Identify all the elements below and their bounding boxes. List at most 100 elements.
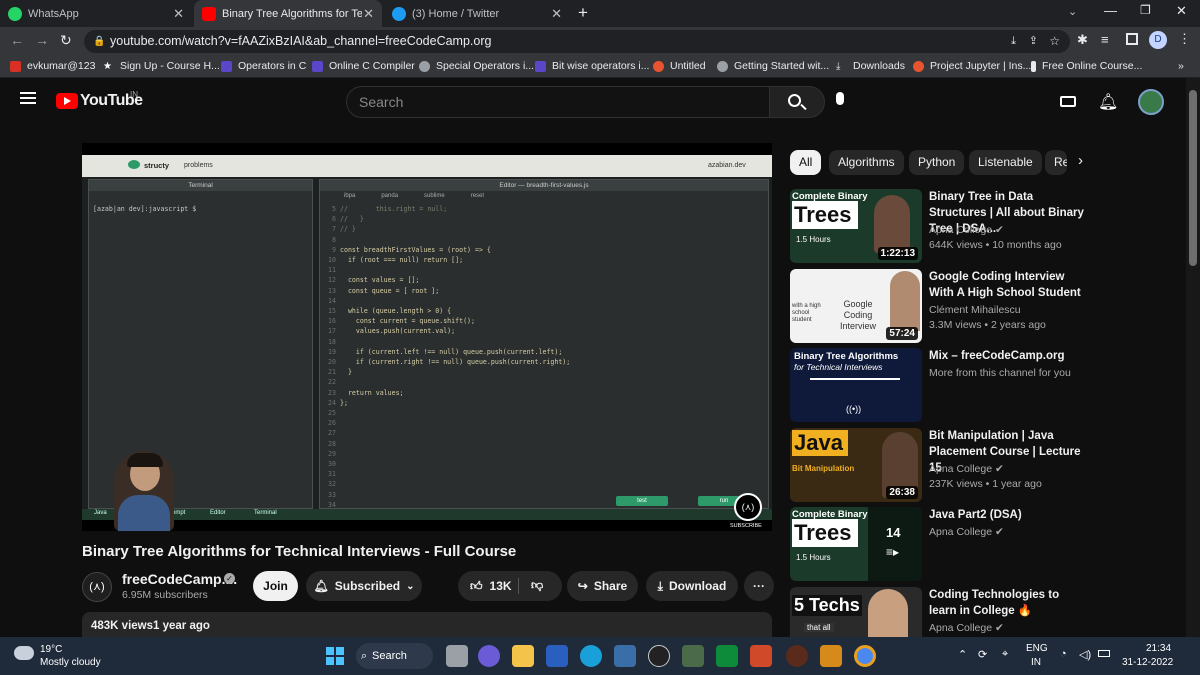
bookmark-item[interactable]: Free Online Course... (1031, 60, 1142, 72)
install-icon[interactable]: ⤓ (1011, 30, 1016, 53)
file-explorer-icon[interactable] (512, 645, 534, 667)
reload-icon[interactable]: ↻ (60, 32, 72, 49)
store-icon[interactable] (614, 645, 636, 667)
tab-whatsapp[interactable]: WhatsApp ✕ (0, 0, 192, 27)
bookmark-item[interactable]: Online C Compiler (312, 60, 415, 72)
bookmark-item[interactable]: Untitled (653, 60, 706, 72)
recommendation-title[interactable]: Java Part2 (DSA) (929, 507, 1089, 523)
video-thumbnail[interactable]: Complete Binary Trees 1.5 Hours 1:22:13 (790, 189, 922, 263)
download-button[interactable]: ⤓ Download (646, 571, 738, 601)
edge-icon[interactable] (580, 645, 602, 667)
language-label[interactable]: ENG (1026, 643, 1048, 654)
bookmark-item[interactable]: evkumar@123 (10, 60, 95, 72)
extensions-icon[interactable]: ✱ (1077, 32, 1088, 48)
chip-listenable[interactable]: Listenable (969, 150, 1042, 175)
tab-youtube[interactable]: Binary Tree Algorithms for Te ✕ (194, 0, 382, 27)
recommendation-item[interactable]: Complete Binary Trees 1.5 Hours 14 ≡▸ Ja… (790, 507, 1090, 581)
chips-next-icon[interactable]: › (1078, 152, 1083, 169)
recommendation-item[interactable]: Binary Tree Algorithms for Technical Int… (790, 348, 1090, 422)
channel-avatar[interactable]: (⋏) (82, 572, 112, 602)
playlist-thumbnail[interactable]: Complete Binary Trees 1.5 Hours 14 ≡▸ (790, 507, 922, 581)
notifications-bell-icon[interactable]: 🔔︎ (1098, 92, 1118, 112)
clock-time[interactable]: 21:34 (1146, 643, 1171, 654)
video-player[interactable]: structy problems azabian.dev Terminal [a… (82, 143, 772, 531)
channel-name[interactable]: freeCodeCamp.... (122, 571, 237, 587)
share-button[interactable]: ↪ Share (567, 571, 638, 601)
recommendation-item[interactable]: Java Bit Manipulation 26:38 Bit Manipula… (790, 428, 1090, 502)
forward-icon[interactable]: → (35, 32, 49, 48)
tab-search-icon[interactable]: ⌄ (1068, 5, 1077, 18)
recommendation-title[interactable]: Mix – freeCodeCamp.org (929, 348, 1089, 364)
battery-icon[interactable] (1098, 650, 1110, 657)
side-panel-icon[interactable] (1126, 33, 1138, 45)
menu-kebab-icon[interactable]: ⋮ (1178, 31, 1191, 47)
youtube-logo-icon[interactable] (56, 93, 78, 109)
minimize-button[interactable]: — (1104, 3, 1117, 18)
page-scrollbar-thumb[interactable] (1189, 90, 1197, 266)
close-window-button[interactable]: ✕ (1176, 3, 1187, 19)
share-icon[interactable]: ⇪ (1029, 30, 1038, 53)
weather-temp[interactable]: 19°C (40, 644, 62, 655)
maximize-button[interactable]: ❐ (1140, 3, 1151, 17)
more-actions-button[interactable]: ··· (744, 571, 774, 601)
bookmark-item[interactable]: Special Operators i... (419, 60, 534, 72)
like-icon[interactable]: 👍︎ (470, 579, 483, 594)
bookmark-item[interactable]: Getting Started wit... (717, 60, 829, 72)
search-input[interactable]: Search (346, 86, 770, 118)
chip-overflow[interactable]: Re (1045, 150, 1067, 175)
video-thumbnail[interactable]: Java Bit Manipulation 26:38 (790, 428, 922, 502)
cloud-weather-icon[interactable] (14, 646, 34, 660)
tray-overflow-icon[interactable]: ⌃ (958, 648, 967, 661)
chip-algorithms[interactable]: Algorithms (829, 150, 904, 175)
recommendation-title[interactable]: Google Coding Interview With A High Scho… (929, 269, 1089, 301)
chip-all[interactable]: All (790, 150, 822, 175)
new-tab-button[interactable]: + (578, 3, 588, 23)
video-thumbnail[interactable]: Google Coding Interview with a high scho… (790, 269, 922, 343)
media-control-icon[interactable]: ≡ (1101, 32, 1109, 47)
recommendation-title[interactable]: Coding Technologies to learn in College … (929, 587, 1089, 619)
word-icon[interactable] (546, 645, 568, 667)
avatar[interactable] (1138, 89, 1164, 115)
wifi-icon[interactable]: ◔ (1060, 648, 1067, 660)
microphone-icon[interactable] (836, 92, 844, 105)
bookmark-item[interactable]: ★ Sign Up - Course H... (103, 60, 220, 72)
dislike-icon[interactable]: 👎︎ (531, 578, 543, 593)
bookmark-star-icon[interactable]: ☆ (1049, 30, 1060, 53)
like-count[interactable]: 13K (490, 579, 512, 593)
create-video-icon[interactable] (1060, 96, 1076, 107)
bookmark-item[interactable]: Operators in C (221, 60, 306, 72)
recommendation-item[interactable]: Google Coding Interview with a high scho… (790, 269, 1090, 343)
teams-chat-icon[interactable] (478, 645, 500, 667)
hamburger-menu-icon[interactable] (20, 92, 36, 94)
sync-icon[interactable]: ⟳ (978, 648, 987, 661)
region-label[interactable]: IN (1031, 657, 1041, 668)
chip-python[interactable]: Python (909, 150, 965, 175)
app-icon[interactable] (682, 645, 704, 667)
bookmark-item[interactable]: Bit wise operators i... (535, 60, 649, 72)
video-thumbnail[interactable]: Binary Tree Algorithms for Technical Int… (790, 348, 922, 422)
description-box[interactable]: 483K views 1 year ago (82, 612, 772, 637)
close-tab-icon[interactable]: ✕ (363, 6, 374, 22)
weather-desc[interactable]: Mostly cloudy (40, 657, 101, 668)
app-icon[interactable] (786, 645, 808, 667)
subscribed-button[interactable]: 🔔︎ Subscribed ⌄ (306, 571, 422, 601)
close-tab-icon[interactable]: ✕ (173, 6, 184, 22)
taskbar-search[interactable]: ⌕ Search (356, 643, 433, 669)
hourglass-app-icon[interactable] (820, 645, 842, 667)
recommendation-channel[interactable]: Apna College ✔ (929, 526, 1004, 538)
bookmark-item[interactable]: Project Jupyter | Ins... (913, 60, 1031, 72)
tab-twitter[interactable]: (3) Home / Twitter ✕ (384, 0, 570, 27)
office-icon[interactable] (750, 645, 772, 667)
url-bar[interactable]: 🔒 youtube.com/watch?v=fAAZixBzIAI&ab_cha… (84, 30, 1070, 53)
back-icon[interactable]: ← (10, 32, 24, 48)
task-view-icon[interactable] (446, 645, 468, 667)
volume-icon[interactable]: ◁) (1079, 648, 1091, 661)
location-icon[interactable]: ⌖ (1002, 648, 1008, 661)
video-thumbnail[interactable]: 5 Techs that all (790, 587, 922, 637)
windows-start-icon[interactable] (326, 647, 344, 665)
recommendation-item[interactable]: 5 Techs that all Coding Technologies to … (790, 587, 1090, 637)
chrome-icon[interactable] (854, 645, 876, 667)
bookmark-item[interactable]: ⤓ Downloads (836, 60, 905, 72)
recommendation-item[interactable]: Complete Binary Trees 1.5 Hours 1:22:13 … (790, 189, 1090, 263)
join-button[interactable]: Join (253, 571, 298, 601)
